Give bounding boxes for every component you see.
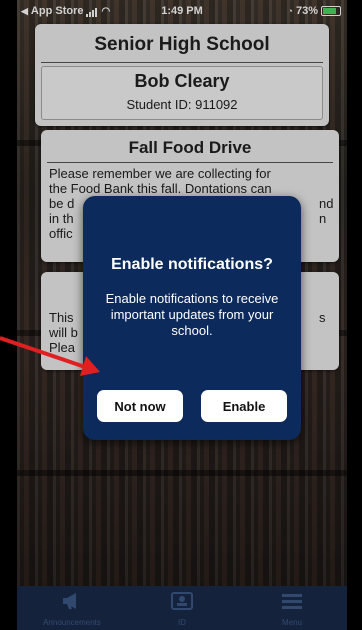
dialog-message: Enable notifications to receive importan… — [105, 291, 279, 338]
enable-button[interactable]: Enable — [201, 390, 287, 422]
pointer-arrow-icon — [0, 336, 100, 376]
phone-frame: ◀ App Store ◠ 1:49 PM ◔ 73% Senior High … — [0, 0, 362, 630]
